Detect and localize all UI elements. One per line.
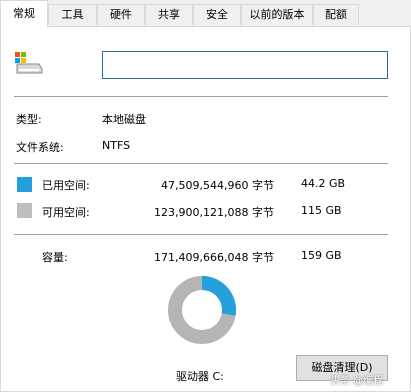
separator [14,234,388,235]
used-space-bytes: 47,509,544,960 字节 [161,179,274,192]
separator [14,163,388,164]
tab-security[interactable]: 安全 [193,4,241,25]
capacity-size: 159 GB [301,249,342,262]
watermark: 头条 @编程 [330,376,384,387]
filesystem-label: 文件系统: [16,141,64,154]
filesystem-value: NTFS [102,139,131,152]
separator [14,96,388,97]
used-space-label: 已用空间: [42,179,90,192]
drive-letter-label: 驱动器 C: [176,370,224,383]
free-space-label: 可用空间: [42,206,90,219]
capacity-label: 容量: [42,251,68,264]
drive-icon [15,52,43,74]
tab-bar: 常规 工具 硬件 共享 安全 以前的版本 配额 [0,0,411,27]
capacity-bytes: 171,409,666,048 字节 [154,251,274,264]
tab-quota[interactable]: 配额 [313,4,359,25]
usage-donut-chart [168,276,236,344]
free-space-swatch [17,203,32,218]
used-space-size: 44.2 GB [301,177,346,190]
tab-hardware[interactable]: 硬件 [97,4,145,25]
used-space-arc [201,276,236,316]
tab-general[interactable]: 常规 [0,0,48,27]
drive-name-input[interactable] [102,51,388,79]
free-space-bytes: 123,900,121,088 字节 [154,206,274,219]
type-label: 类型: [16,113,42,126]
free-space-size: 115 GB [301,204,342,217]
used-space-swatch [17,177,32,192]
type-value: 本地磁盘 [102,113,146,126]
tab-previous-versions[interactable]: 以前的版本 [241,4,313,25]
tab-tools[interactable]: 工具 [48,4,97,25]
tab-sharing[interactable]: 共享 [145,4,193,25]
